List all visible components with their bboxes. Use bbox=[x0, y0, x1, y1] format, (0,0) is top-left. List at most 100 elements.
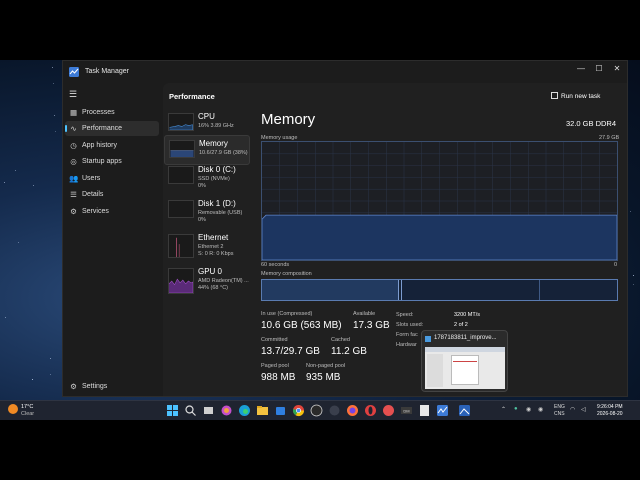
memory-thumbnail-graph bbox=[169, 140, 195, 158]
tray-network-icon[interactable]: ◉ bbox=[526, 406, 531, 413]
preview-title: 1787183811_improve... bbox=[434, 335, 497, 341]
maximize-button[interactable]: ☐ bbox=[591, 64, 607, 73]
perf-item-gpu-0[interactable]: GPU 0 AMD Radeon(TM) ... 44% (68 °C) bbox=[164, 264, 250, 294]
memory-usage-graph bbox=[261, 141, 618, 261]
firefox-icon[interactable] bbox=[346, 404, 359, 417]
memory-heading: Memory bbox=[261, 111, 316, 128]
perf-item-memory[interactable]: Memory 10.6/27.9 GB (38%) bbox=[164, 135, 250, 165]
file-explorer-icon[interactable] bbox=[256, 404, 269, 417]
sidebar-item-details[interactable]: ☰ Details bbox=[65, 187, 159, 202]
image-file-icon bbox=[425, 336, 431, 342]
task-manager-taskbar-icon[interactable] bbox=[436, 404, 449, 417]
chrome-icon[interactable] bbox=[292, 404, 305, 417]
sidebar-item-settings[interactable]: ⚙ Settings bbox=[65, 379, 159, 394]
memory-usage-chart bbox=[261, 142, 618, 261]
available-value: 17.3 GB bbox=[353, 320, 390, 331]
processes-icon: ▦ bbox=[69, 108, 78, 117]
clock-date[interactable]: 2026-08-20 bbox=[597, 411, 623, 417]
wallpaper-star bbox=[630, 211, 631, 212]
committed-value: 13.7/29.7 GB bbox=[261, 346, 320, 357]
wallpaper-star bbox=[633, 275, 634, 276]
text-app-icon[interactable]: DM bbox=[400, 404, 413, 417]
wallpaper-star bbox=[5, 317, 6, 318]
window-title: Task Manager bbox=[85, 68, 129, 75]
sidebar-item-label: App history bbox=[82, 142, 118, 149]
perf-item-usage: S: 0 R: 0 Kbps bbox=[198, 251, 234, 257]
obs-icon[interactable] bbox=[310, 404, 323, 417]
perf-item-detail: 10.6/27.9 GB (38%) bbox=[199, 150, 248, 156]
task-view-icon[interactable] bbox=[202, 404, 215, 417]
paged-pool-label: Paged pool bbox=[261, 363, 289, 369]
page-title: Performance bbox=[169, 92, 215, 101]
start-windows-icon[interactable] bbox=[166, 404, 179, 417]
cached-label: Cached bbox=[331, 337, 350, 343]
disk1-thumbnail-graph bbox=[168, 200, 194, 218]
close-button[interactable]: ✕ bbox=[609, 64, 625, 73]
weather-icon[interactable] bbox=[8, 404, 18, 414]
performance-icon: ∿ bbox=[70, 124, 77, 133]
tray-overflow-chevron-icon[interactable]: ⌃ bbox=[501, 406, 506, 413]
perf-item-name: Disk 0 (C:) bbox=[198, 165, 236, 174]
sidebar: ☰ ▦ Processes ∿ Performance ◷ App histor… bbox=[63, 83, 161, 396]
sidebar-item-label: Services bbox=[82, 208, 109, 215]
clock-time[interactable]: 9:26:04 PM bbox=[597, 404, 623, 410]
notepad-icon[interactable] bbox=[418, 404, 431, 417]
sidebar-item-processes[interactable]: ▦ Processes bbox=[65, 105, 159, 120]
opera-icon[interactable] bbox=[364, 404, 377, 417]
sidebar-item-users[interactable]: 👥 Users bbox=[65, 171, 159, 186]
perf-item-disk-0[interactable]: Disk 0 (C:) SSD (NVMe) 0% bbox=[164, 162, 250, 192]
composition-standby-divider bbox=[539, 280, 540, 300]
store-icon[interactable] bbox=[274, 404, 287, 417]
wallpaper-star bbox=[633, 284, 634, 285]
run-task-icon bbox=[551, 92, 558, 99]
performance-content: Performance Run new task CPU 16% 3.89 GH… bbox=[163, 83, 627, 396]
task-manager-app-icon bbox=[69, 67, 79, 77]
taskbar-thumbnail-preview[interactable]: 1787183811_improve... bbox=[421, 330, 508, 392]
sidebar-item-app-history[interactable]: ◷ App history bbox=[65, 138, 159, 153]
run-new-task-button[interactable]: Run new task bbox=[551, 92, 600, 100]
vivaldi-icon[interactable] bbox=[382, 404, 395, 417]
weather-temperature: 17°C bbox=[21, 404, 34, 410]
sidebar-item-services[interactable]: ⚙ Services bbox=[65, 204, 159, 219]
cpu-thumbnail-graph bbox=[168, 113, 194, 131]
hamburger-menu-icon[interactable]: ☰ bbox=[69, 89, 77, 100]
title-bar[interactable]: Task Manager — ☐ ✕ bbox=[63, 61, 627, 83]
perf-item-disk-1[interactable]: Disk 1 (D:) Removable (USB) 0% bbox=[164, 196, 250, 226]
slots-used-label: Slots used: bbox=[396, 322, 424, 328]
cached-value: 11.2 GB bbox=[331, 346, 367, 357]
wifi-icon[interactable]: ◠ bbox=[570, 406, 575, 413]
perf-item-usage: 0% bbox=[198, 183, 206, 189]
speaker-icon[interactable]: ◁ bbox=[581, 406, 586, 413]
input-method-indicator[interactable]: CNS bbox=[554, 411, 565, 417]
weather-description: Clear bbox=[21, 411, 35, 417]
image-viewer-taskbar-icon[interactable] bbox=[458, 404, 471, 417]
sidebar-item-performance[interactable]: ∿ Performance bbox=[65, 121, 159, 136]
edge-browser-icon[interactable] bbox=[238, 404, 251, 417]
non-paged-pool-value: 935 MB bbox=[306, 372, 341, 383]
sidebar-item-startup-apps[interactable]: ◎ Startup apps bbox=[65, 154, 159, 169]
search-icon[interactable] bbox=[184, 404, 197, 417]
paged-pool-value: 988 MB bbox=[261, 372, 296, 383]
minimize-button[interactable]: — bbox=[573, 64, 589, 73]
perf-item-usage: 0% bbox=[198, 217, 206, 223]
wallpaper-star bbox=[50, 374, 51, 375]
language-indicator[interactable]: ENG bbox=[554, 404, 565, 410]
tray-app-icon[interactable]: ● bbox=[514, 406, 518, 412]
committed-label: Committed bbox=[261, 337, 288, 343]
copilot-icon[interactable] bbox=[220, 404, 233, 417]
wallpaper-star bbox=[4, 182, 5, 183]
sidebar-item-label: Startup apps bbox=[82, 158, 122, 165]
tray-volume-icon[interactable]: ◉ bbox=[538, 406, 543, 413]
perf-item-detail: 16% 3.89 GHz bbox=[198, 123, 234, 129]
wallpaper-star bbox=[53, 83, 54, 84]
ethernet-thumbnail-graph bbox=[168, 234, 194, 258]
perf-item-ethernet[interactable]: Ethernet Ethernet 2 S: 0 R: 0 Kbps bbox=[164, 230, 250, 260]
perf-item-name: Ethernet bbox=[198, 233, 229, 242]
perf-item-name: Memory bbox=[199, 139, 228, 148]
settings-gear-icon: ⚙ bbox=[70, 382, 77, 391]
app-launcher-icon[interactable] bbox=[328, 404, 341, 417]
sidebar-item-label: Settings bbox=[82, 383, 108, 390]
sidebar-item-label: Users bbox=[82, 175, 101, 182]
speed-value: 3200 MT/s bbox=[454, 312, 480, 318]
preview-image bbox=[425, 347, 505, 389]
